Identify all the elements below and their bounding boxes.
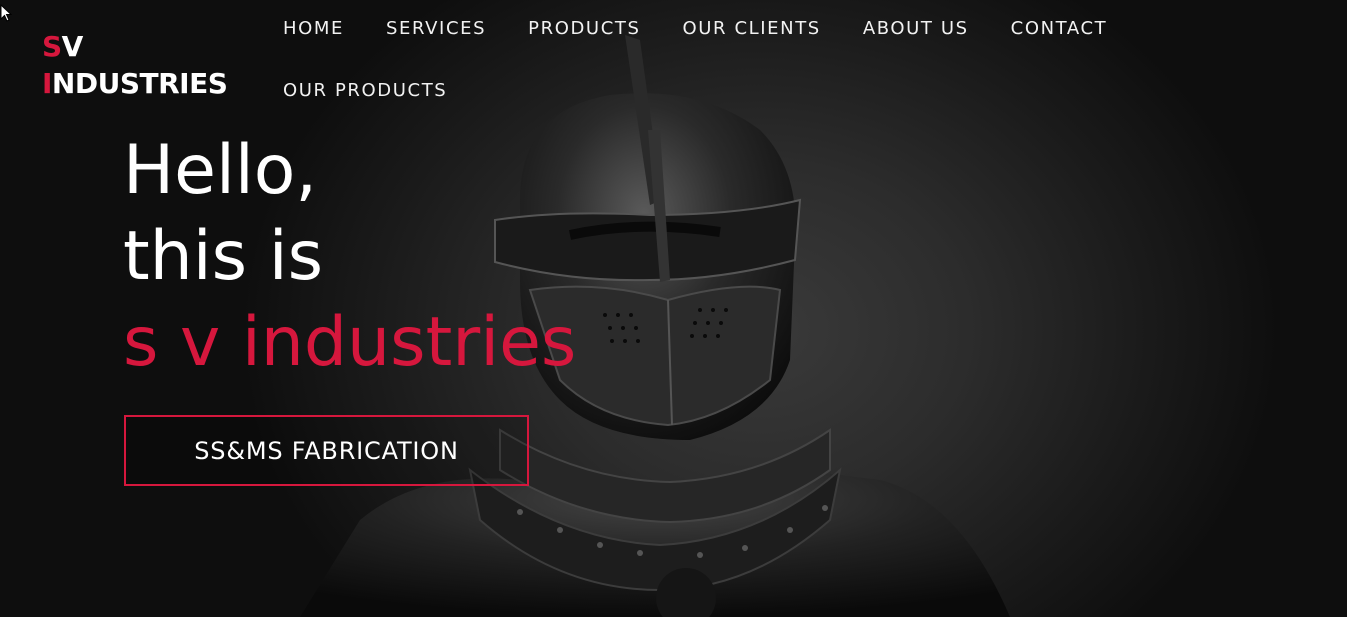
nav-item-our-products[interactable]: OUR PRODUCTS (262, 62, 468, 124)
nav-item-about-us[interactable]: ABOUT US (842, 0, 990, 62)
hero-section: SV INDUSTRIES HOME SERVICES PRODUCTS OUR… (0, 0, 1347, 617)
logo-line2: INDUSTRIES (42, 67, 228, 100)
nav-item-services[interactable]: SERVICES (365, 0, 507, 62)
main-navigation: HOME SERVICES PRODUCTS OUR CLIENTS ABOUT… (262, 0, 1202, 124)
hero-headline: Hello, this is s v industries (123, 128, 576, 386)
hero-brand-name: s v industries (123, 303, 577, 382)
nav-item-home[interactable]: HOME (262, 0, 365, 62)
hero-intro: this is (123, 217, 324, 296)
nav-item-products[interactable]: PRODUCTS (507, 0, 661, 62)
logo-line1: SV (42, 30, 83, 63)
nav-item-contact[interactable]: CONTACT (990, 0, 1129, 62)
hero-greeting: Hello, (123, 131, 317, 210)
nav-item-our-clients[interactable]: OUR CLIENTS (662, 0, 842, 62)
fabrication-cta-button[interactable]: SS&MS FABRICATION (124, 415, 529, 486)
site-logo[interactable]: SV INDUSTRIES (42, 28, 228, 102)
mouse-cursor-icon (0, 4, 13, 22)
